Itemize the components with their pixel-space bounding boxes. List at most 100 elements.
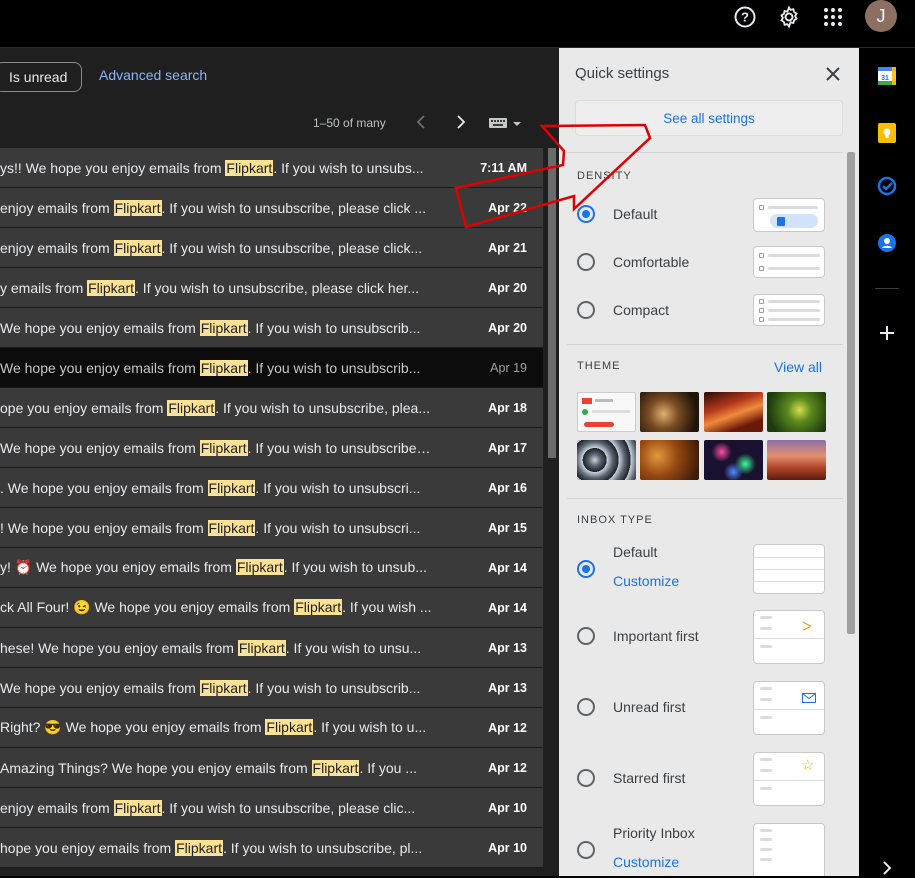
snippet-text: . If you wish to unsubscribe, please cli…	[135, 279, 420, 296]
email-date: Apr 13	[488, 680, 527, 695]
density-option-compact[interactable]: Compact	[577, 298, 669, 322]
density-compact-preview[interactable]	[753, 294, 825, 326]
email-row[interactable]: We hope you enjoy emails from Flipkart. …	[0, 348, 543, 388]
email-date: Apr 12	[488, 720, 527, 735]
density-comfortable-preview[interactable]	[753, 246, 825, 278]
search-highlight: Flipkart	[113, 799, 162, 816]
inbox-default-preview[interactable]	[753, 544, 825, 594]
divider	[567, 498, 843, 499]
density-option-label: Default	[613, 206, 658, 222]
email-row[interactable]: We hope you enjoy emails from Flipkart. …	[0, 668, 543, 708]
bokeh-lights-theme-thumbnail[interactable]	[704, 440, 763, 480]
inbox-option-label: Priority Inbox	[613, 825, 695, 841]
inbox-starred-preview[interactable]: ☆	[753, 752, 825, 806]
snippet-text: . If you wish to unsubscrib...	[247, 319, 421, 336]
grasshopper-theme-thumbnail[interactable]	[767, 392, 826, 432]
customize-priority-link[interactable]: Customize	[613, 854, 679, 870]
snippet-text: We hope you enjoy emails from	[0, 319, 200, 336]
email-row[interactable]: ys!! We hope you enjoy emails from Flipk…	[0, 148, 543, 188]
account-avatar[interactable]: J	[865, 0, 897, 32]
help-icon[interactable]: ?	[730, 2, 760, 32]
email-row[interactable]: ope you enjoy emails from Flipkart. If y…	[0, 388, 543, 428]
canyon-theme-thumbnail[interactable]	[704, 392, 763, 432]
desert-canyon-theme-thumbnail[interactable]	[767, 440, 826, 480]
inbox-option-label: Unread first	[613, 699, 686, 715]
radio-button[interactable]	[577, 841, 595, 859]
autumn-leaves-theme-thumbnail[interactable]	[640, 440, 699, 480]
theme-heading: THEME	[577, 360, 621, 372]
search-highlight: Flipkart	[199, 359, 248, 376]
email-row[interactable]: enjoy emails from Flipkart. If you wish …	[0, 788, 543, 828]
email-row[interactable]: enjoy emails from Flipkart. If you wish …	[0, 188, 543, 228]
quick-settings-scrollbar[interactable]	[847, 152, 855, 634]
snippet-text: . If you wish to unsubscribe, please cli…	[161, 799, 416, 816]
email-row[interactable]: ck All Four! 😉 We hope you enjoy emails …	[0, 588, 543, 628]
density-default-preview[interactable]	[753, 198, 825, 232]
chevron-left-icon[interactable]	[409, 110, 433, 134]
email-row[interactable]: y! ⏰ We hope you enjoy emails from Flipk…	[0, 548, 543, 588]
email-row[interactable]: We hope you enjoy emails from Flipkart. …	[0, 428, 543, 468]
inbox-option-default[interactable]	[577, 557, 613, 581]
radio-button[interactable]	[577, 301, 595, 319]
input-tools-keyboard-icon[interactable]	[488, 114, 526, 132]
contacts-icon[interactable]	[877, 233, 897, 253]
view-all-themes-link[interactable]: View all	[774, 359, 822, 375]
email-row[interactable]: We hope you enjoy emails from Flipkart. …	[0, 308, 543, 348]
inbox-option-unread-first[interactable]: Unread first	[577, 695, 685, 719]
chevron-right-icon[interactable]	[449, 110, 473, 134]
radio-button[interactable]	[577, 205, 595, 223]
inbox-option-priority-inbox[interactable]	[577, 838, 613, 862]
default-theme-thumbnail[interactable]	[577, 392, 636, 432]
density-option-comfortable[interactable]: Comfortable	[577, 250, 689, 274]
add-addon-icon[interactable]	[877, 323, 897, 343]
email-date: Apr 15	[488, 520, 527, 535]
email-row[interactable]: hese! We hope you enjoy emails from Flip…	[0, 628, 543, 668]
density-option-default[interactable]: Default	[577, 202, 657, 226]
snippet-text: . If you wish to unsubscri...	[255, 519, 421, 536]
radio-button[interactable]	[577, 769, 595, 787]
email-row[interactable]: Right? 😎 We hope you enjoy emails from F…	[0, 708, 543, 748]
tubes-theme-thumbnail[interactable]	[577, 440, 636, 480]
see-all-settings-button[interactable]: See all settings	[575, 100, 843, 136]
mail-list-scrollbar[interactable]	[548, 148, 556, 458]
chess-theme-thumbnail[interactable]	[640, 392, 699, 432]
email-row[interactable]: y emails from Flipkart. If you wish to u…	[0, 268, 543, 308]
email-snippet: . We hope you enjoy emails from Flipkart…	[0, 479, 432, 496]
svg-text:31: 31	[881, 75, 889, 82]
search-highlight: Flipkart	[87, 279, 136, 296]
radio-button[interactable]	[577, 698, 595, 716]
expand-panel-chevron-icon[interactable]	[877, 858, 897, 878]
email-snippet: We hope you enjoy emails from Flipkart. …	[0, 439, 432, 456]
email-row[interactable]: enjoy emails from Flipkart. If you wish …	[0, 228, 543, 268]
search-highlight: Flipkart	[167, 399, 216, 416]
radio-button[interactable]	[577, 627, 595, 645]
settings-gear-icon[interactable]	[774, 2, 804, 32]
snippet-text: . If you wish to unsu...	[285, 639, 422, 656]
keep-icon[interactable]	[877, 123, 897, 143]
apps-grid-icon[interactable]	[818, 2, 848, 32]
calendar-icon[interactable]: 31	[877, 66, 897, 86]
inbox-option-starred-first[interactable]: Starred first	[577, 766, 685, 790]
inbox-priority-preview[interactable]	[753, 823, 825, 876]
inbox-option-important-first[interactable]: Important first	[577, 624, 699, 648]
email-row[interactable]: ! We hope you enjoy emails from Flipkart…	[0, 508, 543, 548]
inbox-unread-preview[interactable]	[753, 681, 825, 735]
radio-button[interactable]	[577, 560, 595, 578]
is-unread-filter-chip[interactable]: Is unread	[0, 62, 83, 92]
email-row[interactable]: hope you enjoy emails from Flipkart. If …	[0, 828, 543, 868]
search-highlight: Flipkart	[265, 719, 314, 735]
tasks-icon[interactable]	[877, 176, 897, 196]
customize-default-link[interactable]: Customize	[613, 573, 679, 589]
close-icon[interactable]	[823, 64, 843, 84]
email-row[interactable]: Amazing Things? We hope you enjoy emails…	[0, 748, 543, 788]
search-highlight: Flipkart	[311, 759, 360, 776]
email-date: Apr 22	[488, 200, 527, 215]
snippet-text: enjoy emails from	[0, 799, 114, 816]
email-row[interactable]: . We hope you enjoy emails from Flipkart…	[0, 468, 543, 508]
email-date: Apr 14	[488, 600, 527, 615]
advanced-search-link[interactable]: Advanced search	[99, 67, 207, 83]
inbox-important-preview[interactable]: ᐳ	[753, 610, 825, 664]
radio-button[interactable]	[577, 253, 595, 271]
snippet-text: We hope you enjoy emails from	[0, 359, 200, 376]
email-date: Apr 10	[488, 800, 527, 815]
